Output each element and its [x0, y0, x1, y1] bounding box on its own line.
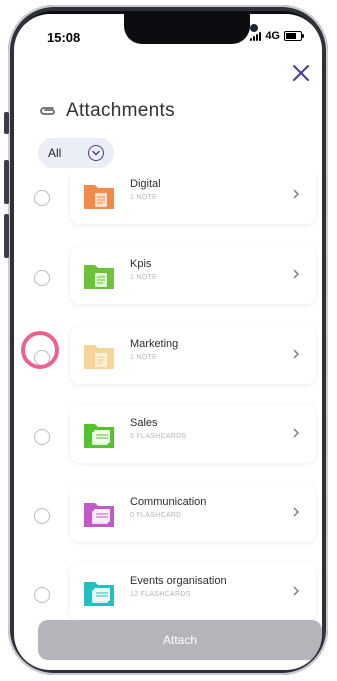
folder-card[interactable]: Digital 1 NOTE	[70, 174, 316, 224]
network-label: 4G	[265, 30, 280, 42]
folder-icon	[84, 185, 114, 209]
phone-volume-up-button	[4, 160, 9, 204]
list-item[interactable]: Marketing 1 NOTE	[14, 326, 322, 390]
chevron-right-icon	[293, 507, 300, 517]
attach-button[interactable]: Attach	[38, 620, 322, 660]
notch	[124, 14, 258, 44]
folder-meta: 1 NOTE	[130, 194, 158, 201]
app-screen: 15:08 4G Attachments All Digital 1 NOTE …	[14, 14, 322, 670]
folder-icon	[84, 345, 114, 369]
folder-name: Sales	[130, 417, 158, 429]
folder-icon	[84, 582, 114, 606]
folder-list: Digital 1 NOTE Kpis 1 NOTE Marketing 1 N…	[14, 174, 322, 634]
close-icon[interactable]	[290, 62, 312, 84]
page-header: Attachments	[38, 100, 175, 122]
folder-meta: 1 NOTE	[130, 274, 158, 281]
folder-card[interactable]: Kpis 1 NOTE	[70, 246, 316, 304]
radio-button[interactable]	[34, 270, 50, 286]
folder-name: Events organisation	[130, 575, 227, 587]
filter-dropdown[interactable]: All	[38, 138, 114, 168]
folder-icon	[84, 424, 114, 448]
list-item[interactable]: Events organisation 12 FLASHCARDS	[14, 563, 322, 627]
paperclip-icon	[40, 107, 55, 115]
phone-volume-down-button	[4, 214, 9, 258]
status-time: 15:08	[47, 30, 81, 45]
folder-card[interactable]: Communication 0 FLASHCARD	[70, 484, 316, 542]
folder-meta: 5 FLASHCARDS	[130, 433, 187, 440]
chevron-right-icon	[293, 189, 300, 199]
folder-meta: 12 FLASHCARDS	[130, 591, 191, 598]
folder-name: Kpis	[130, 258, 152, 270]
chevron-right-icon	[293, 349, 300, 359]
radio-button[interactable]	[34, 508, 50, 524]
folder-name: Digital	[130, 178, 161, 190]
folder-icon	[84, 503, 114, 527]
folder-card[interactable]: Events organisation 12 FLASHCARDS	[70, 563, 316, 621]
signal-icon	[250, 31, 262, 41]
folder-meta: 0 FLASHCARD	[130, 512, 182, 519]
list-item[interactable]: Digital 1 NOTE	[14, 174, 322, 230]
folder-card[interactable]: Sales 5 FLASHCARDS	[70, 405, 316, 463]
list-item[interactable]: Kpis 1 NOTE	[14, 246, 322, 310]
radio-highlight-ring	[21, 331, 59, 369]
chevron-right-icon	[293, 586, 300, 596]
radio-button[interactable]	[34, 190, 50, 206]
radio-button[interactable]	[34, 587, 50, 603]
folder-icon	[84, 265, 114, 289]
chevron-right-icon	[293, 428, 300, 438]
status-indicators: 4G	[250, 30, 304, 42]
chevron-right-icon	[293, 269, 300, 279]
folder-name: Communication	[130, 496, 207, 508]
filter-label: All	[48, 146, 62, 160]
page-title: Attachments	[66, 100, 175, 121]
list-item[interactable]: Communication 0 FLASHCARD	[14, 484, 322, 548]
chevron-down-icon	[88, 145, 104, 161]
folder-card[interactable]: Marketing 1 NOTE	[70, 326, 316, 384]
phone-side-button	[4, 112, 9, 134]
battery-icon	[284, 31, 304, 41]
radio-button[interactable]	[34, 429, 50, 445]
folder-meta: 1 NOTE	[130, 354, 158, 361]
list-item[interactable]: Sales 5 FLASHCARDS	[14, 405, 322, 469]
folder-name: Marketing	[130, 338, 179, 350]
